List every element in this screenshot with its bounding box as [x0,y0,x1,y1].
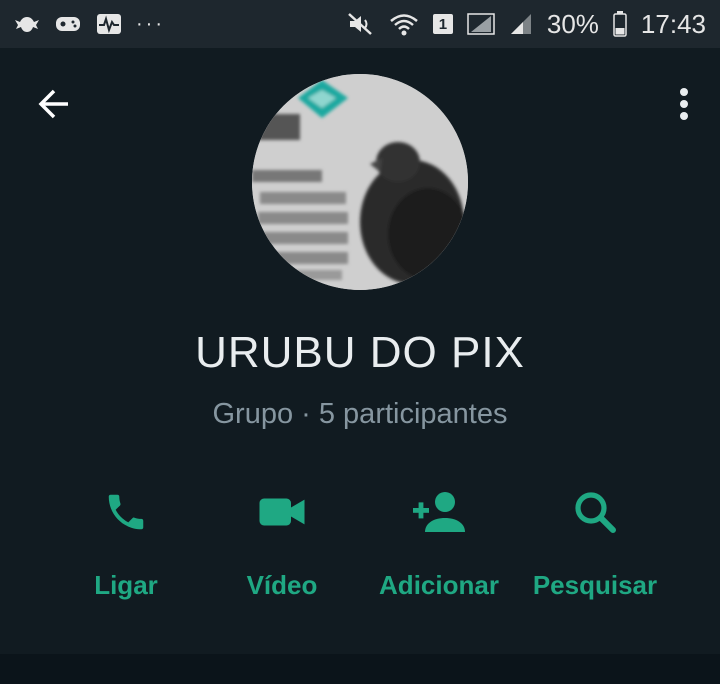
more-vert-icon [679,87,689,126]
wifi-icon [389,12,419,36]
more-options-button[interactable] [672,84,696,128]
battery-icon [613,11,627,37]
add-participant-label: Adicionar [379,570,499,600]
more-dots-icon: ··· [136,12,165,35]
sim-badge: 1 [432,14,453,34]
activity-icon [96,13,122,35]
arrow-back-icon [36,86,72,127]
group-avatar[interactable] [252,74,468,290]
call-label: Ligar [94,570,158,600]
group-actions: Ligar Vídeo Adicionar Pesquisar [0,484,720,614]
mute-icon [347,12,375,36]
avatar-image [252,74,468,290]
video-button[interactable]: Vídeo [207,484,357,614]
status-bar-left: ··· [14,13,165,36]
next-section [0,654,720,684]
video-label: Vídeo [246,570,318,600]
add-person-icon [411,484,467,540]
search-button[interactable]: Pesquisar [520,484,670,614]
group-participants: Grupo · 5 participantes [212,398,508,430]
search-icon [567,484,623,540]
group-name: URUBU DO PIX [195,328,525,377]
back-button[interactable] [32,84,76,128]
call-button[interactable]: Ligar [51,484,201,614]
video-icon [254,484,310,540]
game-controller-icon [54,13,82,35]
add-participant-button[interactable]: Adicionar [364,484,514,614]
status-bar-right: 1 30% 17:43 [347,9,706,40]
bat-icon [14,13,40,35]
signal-icon [467,12,495,36]
group-info-header: URUBU DO PIX Grupo · 5 participantes Lig… [0,48,720,654]
clock: 17:43 [640,8,706,39]
status-bar: ··· 1 30% 17:43 [0,0,720,48]
battery-percent: 30% [546,8,599,39]
search-label: Pesquisar [532,570,658,600]
phone-icon [98,484,154,540]
signal-icon-2 [509,12,533,36]
